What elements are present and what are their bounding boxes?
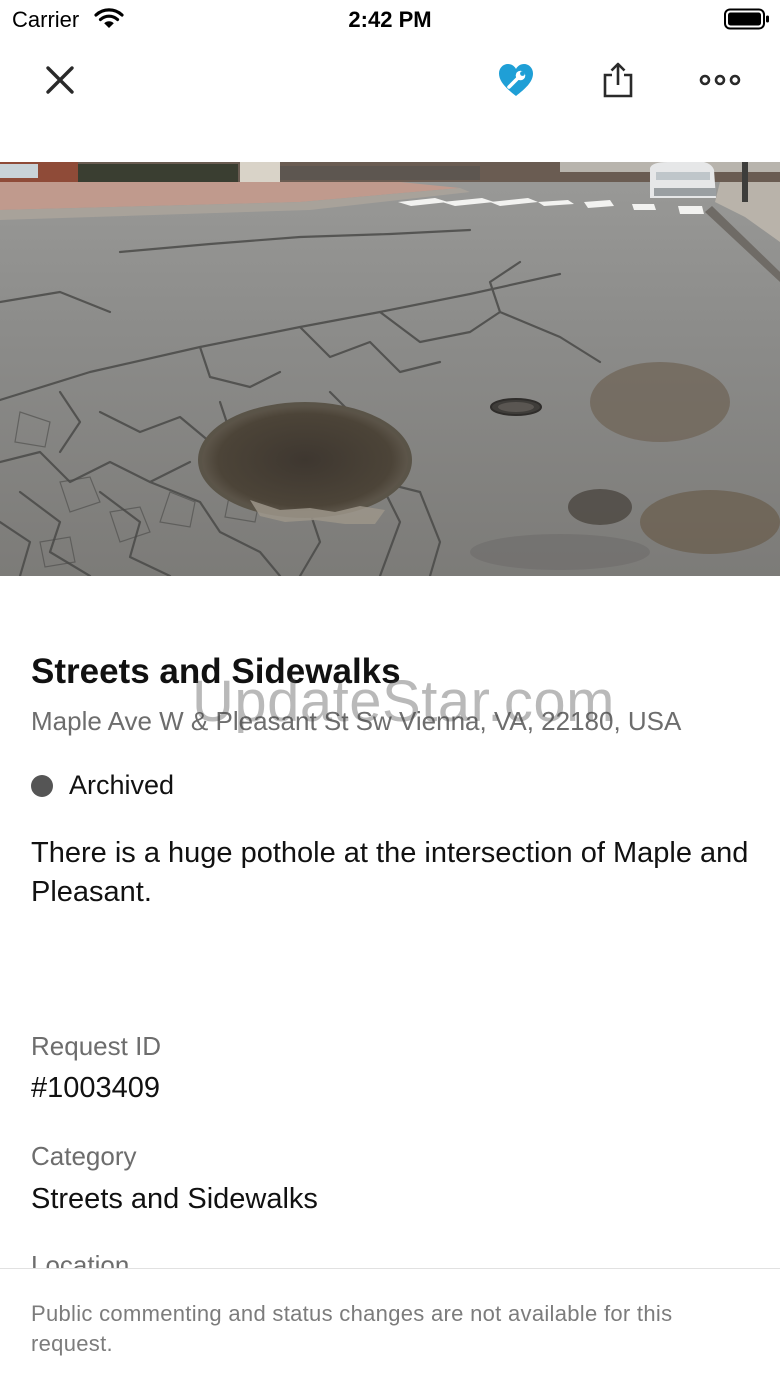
more-button[interactable]	[694, 54, 746, 106]
request-title: Streets and Sidewalks	[31, 652, 401, 691]
category-label: Category	[31, 1141, 137, 1171]
request-id-label: Request ID	[31, 1031, 162, 1061]
navigation-bar	[0, 40, 780, 120]
share-button[interactable]	[592, 54, 644, 106]
more-icon	[699, 74, 741, 86]
close-icon	[46, 66, 74, 94]
footer-notice-bar: Public commenting and status changes are…	[0, 1268, 780, 1388]
status-bar: Carrier 2:42 PM	[0, 0, 780, 40]
request-description: There is a huge pothole at the intersect…	[31, 837, 749, 908]
heart-wrench-icon	[499, 64, 533, 96]
favorite-button[interactable]	[490, 54, 542, 106]
request-id-value: #1003409	[31, 1072, 161, 1104]
close-button[interactable]	[34, 54, 86, 106]
request-address: Maple Ave W & Pleasant St Sw Vienna, VA,…	[31, 706, 682, 736]
category-value: Streets and Sidewalks	[31, 1183, 318, 1215]
pothole-photo	[0, 162, 780, 576]
battery-icon	[724, 8, 769, 30]
clock: 2:42 PM	[348, 7, 432, 32]
footer-notice-text: Public commenting and status changes are…	[31, 1301, 673, 1356]
status-indicator-dot	[31, 775, 53, 797]
status-label: Archived	[69, 770, 175, 800]
share-icon	[603, 62, 633, 98]
